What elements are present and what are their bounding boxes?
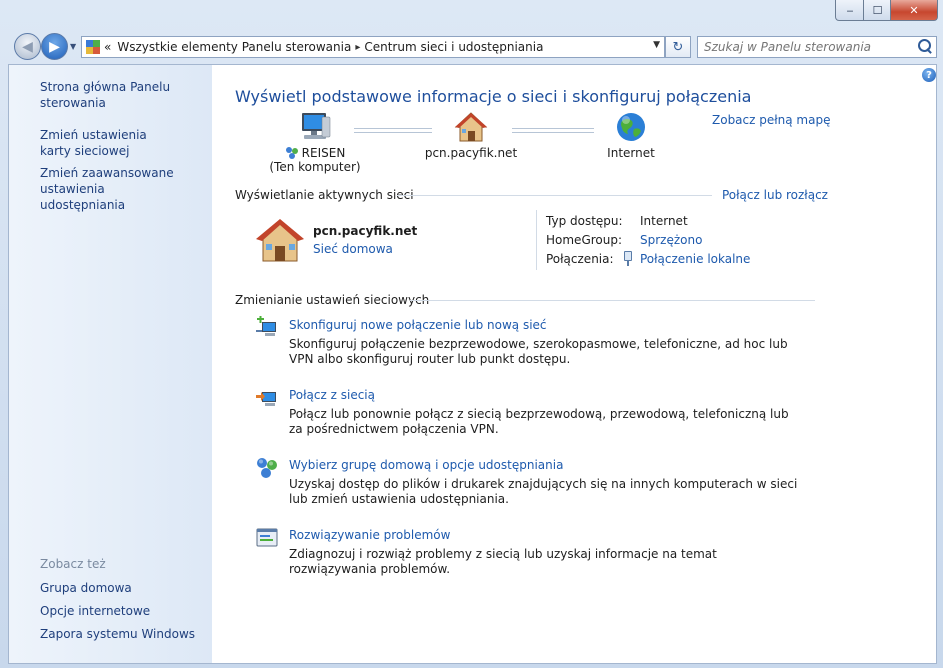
breadcrumb-item-all-items[interactable]: Wszystkie elementy Panelu sterowania xyxy=(117,40,351,54)
sidebar: Strona główna Panelu sterowania Zmień us… xyxy=(9,65,212,663)
ethernet-icon xyxy=(624,251,632,266)
connections-label: Połączenia: xyxy=(546,252,614,266)
help-icon: ? xyxy=(926,69,932,81)
computer-sublabel: (Ten komputer) xyxy=(269,160,361,174)
task-new-connection-desc: Skonfiguruj połączenie bezprzewodowe, sz… xyxy=(289,337,788,366)
change-settings-heading: Zmienianie ustawień sieciowych xyxy=(235,293,430,307)
sidebar-link-advanced-sharing[interactable]: Zmień zaawansowane ustawienia udostępnia… xyxy=(40,165,190,213)
computer-icon xyxy=(302,113,331,139)
search-input[interactable] xyxy=(698,39,914,55)
arrow-right-icon: ▶ xyxy=(49,38,60,55)
full-map-link[interactable]: Zobacz pełną mapę xyxy=(712,113,830,127)
close-button[interactable]: ✕ xyxy=(890,0,938,21)
address-bar[interactable]: « Wszystkie elementy Panelu sterowania ▸… xyxy=(81,36,665,58)
breadcrumb-separator[interactable]: ▸ xyxy=(355,42,360,53)
title-bar: ‒ ☐ ✕ xyxy=(0,0,943,30)
active-networks-divider xyxy=(397,195,712,196)
connect-disconnect-link[interactable]: Połącz lub rozłącz xyxy=(722,188,828,202)
minimize-icon: ‒ xyxy=(846,3,854,17)
page-title: Wyświetl podstawowe informacje o sieci i… xyxy=(235,87,752,106)
search-icon[interactable] xyxy=(918,39,931,52)
task-connect-network-desc: Połącz lub ponownie połącz z siecią bezp… xyxy=(289,407,789,436)
maximize-button[interactable]: ☐ xyxy=(863,0,892,21)
access-type-label: Typ dostępu: xyxy=(546,214,623,228)
task-troubleshoot-desc: Zdiagnozuj i rozwiąż problemy z siecią l… xyxy=(289,547,717,576)
recent-pages-dropdown[interactable]: ▼ xyxy=(70,42,76,51)
active-networks-heading: Wyświetlanie aktywnych sieci xyxy=(235,188,414,202)
task-homegroup-link[interactable]: Wybierz grupę domową i opcje udostępnian… xyxy=(289,458,563,472)
search-box[interactable] xyxy=(697,36,937,58)
sidebar-link-control-panel-home[interactable]: Strona główna Panelu sterowania xyxy=(40,79,190,111)
local-connection-link[interactable]: Połączenie lokalne xyxy=(640,252,750,266)
refresh-icon: ↻ xyxy=(672,39,684,55)
home-network-icon[interactable] xyxy=(254,217,306,263)
globe-icon xyxy=(617,113,645,141)
computer-name: REISEN xyxy=(301,146,346,160)
map-node-network[interactable]: pcn.pacyfik.net xyxy=(418,111,524,160)
minimize-button[interactable]: ‒ xyxy=(835,0,865,21)
map-node-internet[interactable]: Internet xyxy=(578,111,684,160)
address-dropdown[interactable]: ▼ xyxy=(653,40,660,50)
sidebar-link-homegroup[interactable]: Grupa domowa xyxy=(40,580,132,596)
sidebar-link-adapter-settings[interactable]: Zmień ustawienia karty sieciowej xyxy=(40,127,180,159)
help-button[interactable]: ? xyxy=(922,68,936,82)
back-button[interactable]: ◀ xyxy=(14,33,41,60)
task-troubleshoot-link[interactable]: Rozwiązywanie problemów xyxy=(289,528,450,542)
network-type-link[interactable]: Sieć domowa xyxy=(313,242,393,256)
sidebar-link-windows-firewall[interactable]: Zapora systemu Windows xyxy=(40,626,195,642)
map-node-computer[interactable]: REISEN (Ten komputer) xyxy=(262,111,368,174)
arrow-left-icon: ◀ xyxy=(22,38,33,55)
refresh-button[interactable]: ↻ xyxy=(665,36,691,58)
access-type-value: Internet xyxy=(640,214,688,228)
close-icon: ✕ xyxy=(909,3,919,17)
new-connection-icon[interactable] xyxy=(255,316,279,340)
task-homegroup-desc: Uzyskaj dostęp do plików i drukarek znaj… xyxy=(289,477,798,506)
forward-button[interactable]: ▶ xyxy=(41,33,68,60)
homegroup-icon[interactable] xyxy=(255,456,279,480)
homegroup-small-icon xyxy=(285,147,298,159)
maximize-icon: ☐ xyxy=(872,3,883,17)
active-network-name: pcn.pacyfik.net xyxy=(313,224,418,238)
troubleshoot-icon[interactable] xyxy=(255,526,279,550)
main-panel: ? Wyświetl podstawowe informacje o sieci… xyxy=(212,65,936,663)
network-node-name: pcn.pacyfik.net xyxy=(424,146,518,160)
connect-network-icon[interactable] xyxy=(255,386,279,410)
content-area: Strona główna Panelu sterowania Zmień us… xyxy=(8,64,937,664)
active-networks-vertical-divider xyxy=(536,210,537,270)
change-settings-divider xyxy=(410,300,815,301)
control-panel-icon xyxy=(86,40,100,54)
window: ‒ ☐ ✕ ◀ ▶ ▼ « Wszystkie elementy Panelu … xyxy=(0,0,943,668)
sidebar-link-internet-options[interactable]: Opcje internetowe xyxy=(40,603,150,619)
breadcrumb-item-network-center[interactable]: Centrum sieci i udostępniania xyxy=(364,40,543,54)
breadcrumb-overflow[interactable]: « xyxy=(104,40,111,54)
chevron-down-icon: ▼ xyxy=(70,42,77,51)
navigation-bar: ◀ ▶ ▼ « Wszystkie elementy Panelu sterow… xyxy=(0,30,943,64)
homegroup-link[interactable]: Sprzężono xyxy=(640,233,702,247)
house-icon xyxy=(454,112,488,142)
internet-label: Internet xyxy=(607,146,655,160)
task-new-connection-link[interactable]: Skonfiguruj nowe połączenie lub nową sie… xyxy=(289,318,547,332)
see-also-heading: Zobacz też xyxy=(40,557,106,571)
homegroup-label: HomeGroup: xyxy=(546,233,623,247)
task-connect-network-link[interactable]: Połącz z siecią xyxy=(289,388,375,402)
